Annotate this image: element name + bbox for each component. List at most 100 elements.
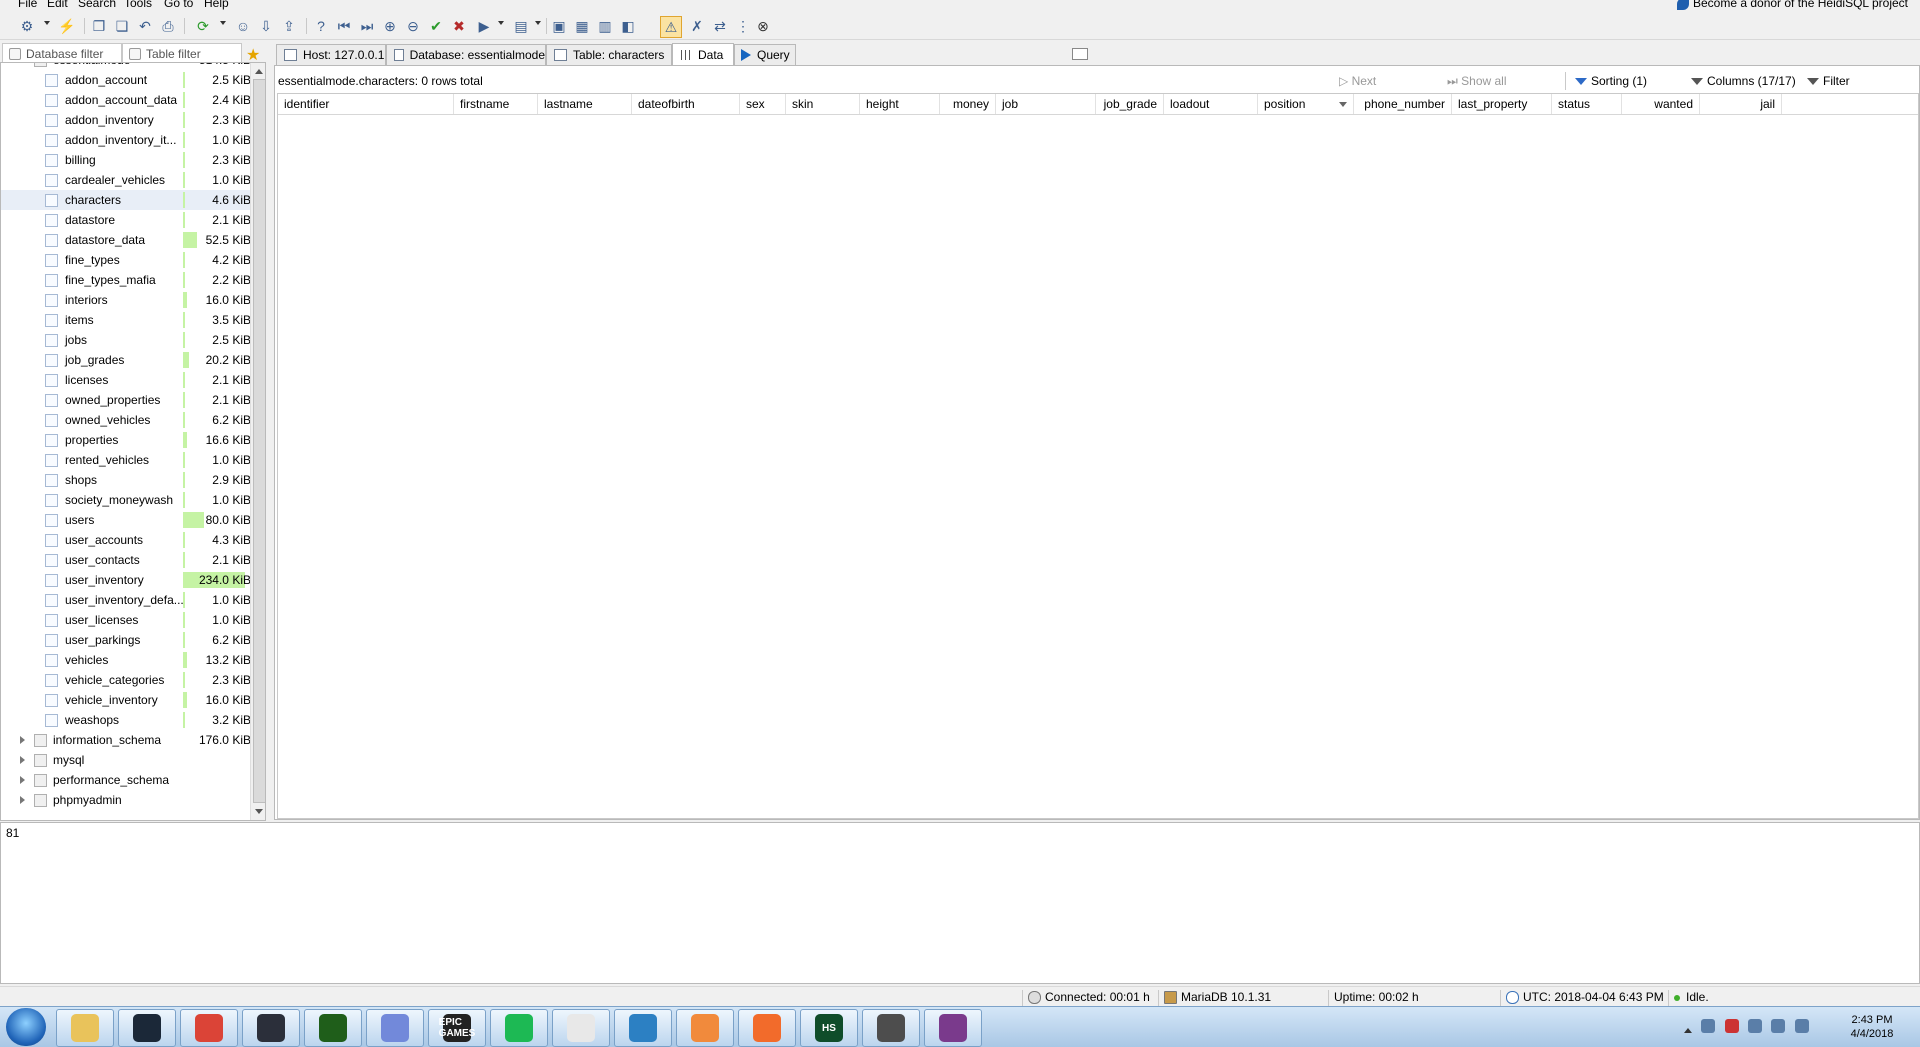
tree-table-item[interactable]: society_moneywash 1.0 KiB [1,490,251,510]
tree-database-item[interactable]: information_schema 176.0 KiB [1,730,251,750]
tray-network-icon[interactable] [1748,1019,1763,1033]
expand-icon[interactable] [20,756,25,764]
columns-button[interactable]: Columns (17/17) [1691,74,1796,88]
column-header-status[interactable]: status [1552,94,1622,114]
scroll-down-icon[interactable] [255,809,263,814]
taskbar-app-explorer[interactable] [56,1009,114,1047]
users-icon[interactable]: ☺ [234,17,252,35]
tray-arrow-icon[interactable] [1684,1028,1692,1033]
tree-table-item[interactable]: addon_account_data 2.4 KiB [1,90,251,110]
taskbar-app-hearthstone[interactable]: HS [800,1009,858,1047]
column-header-job-grade[interactable]: job_grade [1096,94,1164,114]
session-manager-icon[interactable]: ⚙ [18,17,36,35]
volume-icon[interactable] [1794,1019,1809,1033]
column-header-phone-number[interactable]: phone_number [1354,94,1452,114]
taskbar-app-app-green[interactable] [304,1009,362,1047]
taskbar-app-itunes[interactable] [676,1009,734,1047]
tree-table-item[interactable]: fine_types 4.2 KiB [1,250,251,270]
taskbar-app-discord[interactable] [366,1009,424,1047]
column-header-skin[interactable]: skin [786,94,860,114]
scroll-up-icon[interactable] [255,69,263,74]
column-header-wanted[interactable]: wanted [1622,94,1700,114]
taskbar-app-app-dark[interactable] [242,1009,300,1047]
column-header-sex[interactable]: sex [740,94,786,114]
column-header-dateofbirth[interactable]: dateofbirth [632,94,740,114]
tree-table-item[interactable]: owned_vehicles 6.2 KiB [1,410,251,430]
cancel-icon[interactable]: ✖ [450,17,468,35]
new-query-tab-icon[interactable] [1072,48,1088,60]
tree-table-item[interactable]: fine_types_mafia 2.2 KiB [1,270,251,290]
tree-database-item[interactable]: phpmyadmin [1,790,251,810]
taskbar-app-epic-games[interactable]: EPIC GAMES [428,1009,486,1047]
tab-host[interactable]: Host: 127.0.0.1 [276,44,386,65]
exit-icon[interactable]: ⊗ [754,17,772,35]
start-button[interactable] [6,1008,46,1046]
menu-file[interactable]: File [16,0,39,10]
tab-database[interactable]: Database: essentialmode [386,44,546,65]
tab-table[interactable]: Table: characters [546,44,672,65]
last-record-icon[interactable]: ⏭ [358,17,376,35]
tree-database-item[interactable]: performance_schema [1,770,251,790]
column-header-firstname[interactable]: firstname [454,94,538,114]
scroll-thumb[interactable] [253,79,265,803]
dropdown-arrow-icon[interactable] [498,21,504,25]
column-header-job[interactable]: job [996,94,1096,114]
tree-table-item[interactable]: items 3.5 KiB [1,310,251,330]
tree-table-item[interactable]: owned_properties 2.1 KiB [1,390,251,410]
system-clock[interactable]: 2:43 PM 4/4/2018 [1832,1013,1912,1041]
tree-table-item[interactable]: user_contacts 2.1 KiB [1,550,251,570]
tree-table-item[interactable]: vehicle_inventory 16.0 KiB [1,690,251,710]
taskbar-app-vs[interactable] [614,1009,672,1047]
tree-table-item[interactable]: addon_account 2.5 KiB [1,70,251,90]
tree-table-item[interactable]: user_inventory 234.0 KiB [1,570,251,590]
tab-query[interactable]: Query [734,44,796,65]
tree-table-item[interactable]: shops 2.9 KiB [1,470,251,490]
tree-table-item[interactable]: job_grades 20.2 KiB [1,350,251,370]
tree-table-item[interactable]: rented_vehicles 1.0 KiB [1,450,251,470]
tree-table-item[interactable]: user_parkings 6.2 KiB [1,630,251,650]
column-header-jail[interactable]: jail [1700,94,1782,114]
help-icon[interactable]: ? [312,17,330,35]
undo-icon[interactable]: ↶ [136,17,154,35]
next-button[interactable]: ▷ Next [1339,74,1376,88]
taskbar-app-sublime[interactable] [862,1009,920,1047]
tree-table-item[interactable]: jobs 2.5 KiB [1,330,251,350]
tree-table-item[interactable]: datastore 2.1 KiB [1,210,251,230]
import-icon[interactable]: ⇩ [257,17,275,35]
donor-link[interactable]: Become a donor of the HeidiSQL project [1676,0,1908,10]
tree-table-item[interactable]: weashops 3.2 KiB [1,710,251,730]
taskbar-app-chrome[interactable] [180,1009,238,1047]
column-header-last-property[interactable]: last_property [1452,94,1552,114]
tree-table-item[interactable]: vehicles 13.2 KiB [1,650,251,670]
save-as-icon[interactable]: ▦ [573,17,591,35]
run-icon[interactable]: ▶ [475,17,493,35]
explain-icon[interactable]: ◧ [619,17,637,35]
column-header-money[interactable]: money [940,94,996,114]
expand-icon[interactable] [20,736,25,744]
paste-icon[interactable]: ❏ [113,17,131,35]
tree-table-item[interactable]: properties 16.6 KiB [1,430,251,450]
clear-filter-icon[interactable]: ✗ [688,17,706,35]
copy-icon[interactable]: ❐ [90,17,108,35]
tree-table-item[interactable]: user_inventory_defa... 1.0 KiB [1,590,251,610]
tab-data[interactable]: Data [672,43,734,66]
more-icon[interactable]: ⋮ [734,17,752,35]
tree-table-item[interactable]: user_accounts 4.3 KiB [1,530,251,550]
save-icon[interactable]: ▣ [550,17,568,35]
dropdown-arrow-icon[interactable] [535,21,541,25]
menu-tools[interactable]: Tools [122,0,154,10]
sql-log-panel[interactable]: 81 [0,822,1920,984]
taskbar-app-winrar[interactable] [924,1009,982,1047]
tree-table-item[interactable]: user_licenses 1.0 KiB [1,610,251,630]
tray-display-icon[interactable] [1771,1019,1786,1033]
menu-search[interactable]: Search [76,0,118,10]
sorting-button[interactable]: Sorting (1) [1575,74,1647,88]
expand-icon[interactable] [20,776,25,784]
expand-icon[interactable] [20,796,25,804]
tree-table-item[interactable]: cardealer_vehicles 1.0 KiB [1,170,251,190]
tree-table-item[interactable]: addon_inventory_it... 1.0 KiB [1,130,251,150]
column-header-lastname[interactable]: lastname [538,94,632,114]
data-grid[interactable]: identifier firstname lastname dateofbirt… [277,93,1919,819]
filter-button[interactable]: Filter [1807,74,1850,88]
export-icon[interactable]: ⇪ [280,17,298,35]
